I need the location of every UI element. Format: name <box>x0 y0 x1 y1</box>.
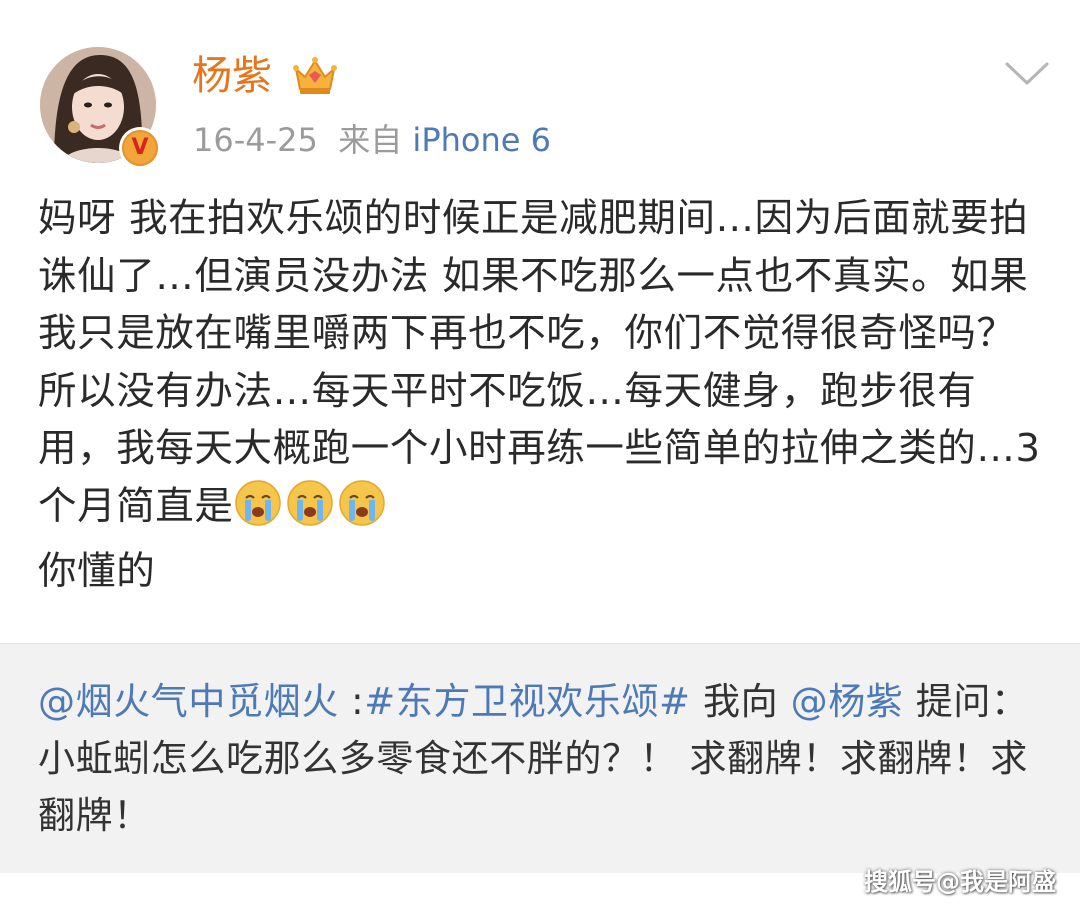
verified-badge-icon: V <box>119 127 161 169</box>
divider <box>0 643 1080 644</box>
post-date: 16-4-25 <box>193 121 318 159</box>
repost-text: @烟火气中觅烟火 :#东方卫视欢乐颂# 我向 @杨紫 提问：小蚯蚓怎么吃那么多零… <box>38 673 1048 844</box>
mention-link-target[interactable]: @杨紫 <box>791 680 904 723</box>
post-body-tail: 你懂的 <box>38 549 156 594</box>
username[interactable]: 杨紫 <box>192 50 272 102</box>
watermark: 搜狐号@我是阿盛 <box>864 868 1056 896</box>
repost-card[interactable]: @烟火气中觅烟火 :#东方卫视欢乐颂# 我向 @杨紫 提问：小蚯蚓怎么吃那么多零… <box>0 643 1080 873</box>
post-text: 妈呀 我在拍欢乐颂的时候正是减肥期间…因为后面就要拍诛仙了…但演员没办法 如果不… <box>38 190 1048 601</box>
source-prefix: 来自 <box>338 121 403 159</box>
post-body-text: 妈呀 我在拍欢乐颂的时候正是减肥期间…因为后面就要拍诛仙了…但演员没办法 如果不… <box>38 196 1041 529</box>
hashtag-link[interactable]: #东方卫视欢乐颂# <box>364 680 690 723</box>
crying-face-icon <box>338 479 385 526</box>
mention-link-author[interactable]: @烟火气中觅烟火 <box>38 680 339 723</box>
crying-face-icon <box>234 479 281 526</box>
crying-face-icon <box>286 479 333 526</box>
emoji-row <box>234 479 390 544</box>
crown-icon <box>293 57 337 94</box>
source-device[interactable]: iPhone 6 <box>412 121 551 159</box>
post-header: V 杨紫 16-4-25 来自 iPhone 6 <box>0 0 1080 180</box>
chevron-down-icon[interactable] <box>1004 60 1050 88</box>
post-meta: 16-4-25 来自 iPhone 6 <box>193 118 551 162</box>
repost-text-part: 我向 <box>690 680 791 723</box>
repost-separator: : <box>338 680 365 723</box>
